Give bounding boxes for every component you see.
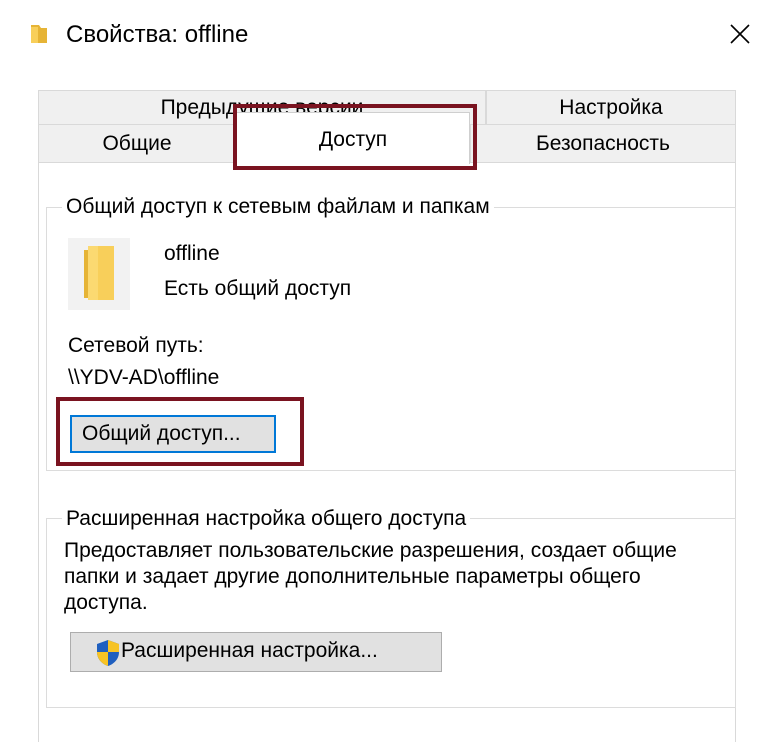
folder-icon (31, 25, 47, 43)
close-button[interactable] (722, 14, 758, 54)
folder-icon (68, 238, 130, 310)
tab-label: Общие (102, 132, 172, 155)
uac-shield-icon (97, 640, 119, 666)
share-status: Есть общий доступ (164, 277, 352, 300)
advanced-sharing-button-label: Расширенная настройка... (121, 639, 378, 662)
tab-label: Настройка (559, 96, 663, 119)
advanced-sharing-button[interactable]: Расширенная настройка... (70, 632, 442, 672)
folder-name: offline (164, 242, 220, 265)
advanced-sharing-legend: Расширенная настройка общего доступа (62, 505, 471, 533)
network-share-legend: Общий доступ к сетевым файлам и папкам (62, 193, 494, 221)
tab-customize[interactable]: Настройка (486, 90, 736, 124)
share-button[interactable]: Общий доступ... (70, 415, 276, 453)
tab-sharing[interactable]: Доступ (236, 112, 470, 164)
window-title: Свойства: offline (66, 21, 249, 48)
tab-security[interactable]: Безопасность (470, 124, 736, 162)
tab-label: Доступ (318, 128, 388, 151)
tab-label: Безопасность (536, 132, 670, 155)
title-bar: Свойства: offline (0, 0, 763, 70)
network-path-value: \\YDV-AD\offline (68, 366, 220, 389)
tab-general[interactable]: Общие (38, 124, 236, 162)
advanced-sharing-description: Предоставляет пользовательские разрешени… (64, 539, 677, 614)
network-path-label: Сетевой путь: (68, 334, 204, 357)
close-icon (730, 24, 750, 44)
